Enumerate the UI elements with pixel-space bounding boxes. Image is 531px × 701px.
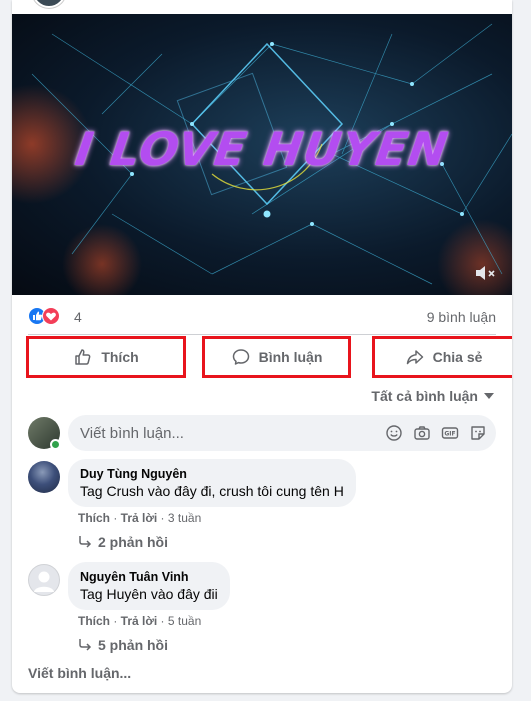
- view-replies-button[interactable]: 2 phản hồi: [78, 534, 168, 550]
- post-card: I LOVE HUYEN 4 9 bình luận Thích Bình lu…: [12, 0, 512, 693]
- online-status-dot: [50, 439, 61, 450]
- comment-composer[interactable]: GIF: [68, 415, 496, 451]
- commenter-avatar[interactable]: [28, 564, 60, 596]
- sticker-icon[interactable]: [468, 423, 488, 443]
- camera-icon[interactable]: [412, 423, 432, 443]
- comment-text: Tag Crush vào đây đi, crush tôi cung tên…: [80, 483, 344, 499]
- thumbs-up-icon: [75, 349, 91, 365]
- reply-arrow-icon: [79, 536, 92, 548]
- comment-filter-dropdown[interactable]: Tất cả bình luận: [371, 388, 494, 404]
- replies-count: 2 phản hồi: [98, 534, 168, 550]
- comment-like-link[interactable]: Thích: [78, 511, 110, 525]
- comment-input[interactable]: [80, 415, 380, 451]
- comment-text: Tag Huyên vào đây đii: [80, 586, 218, 602]
- commenter-name[interactable]: Nguyên Tuân Vinh: [80, 570, 218, 584]
- caret-down-icon: [484, 393, 494, 399]
- emoji-icon[interactable]: [384, 423, 404, 443]
- video-player[interactable]: I LOVE HUYEN: [12, 14, 512, 295]
- like-label: Thích: [101, 349, 139, 365]
- comment-bubble: Duy Tùng Nguyên Tag Crush vào đây đi, cr…: [68, 459, 356, 507]
- comment-actions: Thích · Trả lời · 5 tuần: [78, 614, 202, 628]
- reaction-stats: 4 9 bình luận: [28, 306, 496, 328]
- comment-count[interactable]: 9 bình luận: [427, 309, 496, 325]
- share-button[interactable]: Chia sẻ: [372, 336, 512, 378]
- comment-actions: Thích · Trả lời · 3 tuần: [78, 511, 202, 525]
- default-user-icon: [34, 571, 54, 592]
- love-reaction-icon[interactable]: [42, 307, 60, 325]
- commenter-name[interactable]: Duy Tùng Nguyên: [80, 467, 344, 481]
- reply-arrow-icon: [79, 639, 92, 651]
- svg-text:GIF: GIF: [444, 431, 455, 438]
- comment-time[interactable]: 5 tuần: [168, 614, 201, 628]
- comment-button[interactable]: Bình luận: [202, 336, 351, 378]
- like-button[interactable]: Thích: [26, 336, 186, 378]
- comment-reply-link[interactable]: Trả lời: [121, 511, 158, 525]
- share-label: Chia sẻ: [432, 349, 483, 365]
- commenter-avatar[interactable]: [28, 461, 60, 493]
- video-title: I LOVE HUYEN: [72, 122, 452, 176]
- comment-bubble: Nguyên Tuân Vinh Tag Huyên vào đây đii: [68, 562, 230, 610]
- gif-icon[interactable]: GIF: [440, 423, 460, 443]
- reaction-count[interactable]: 4: [74, 309, 82, 325]
- comment-reply-link[interactable]: Trả lời: [121, 614, 158, 628]
- mute-icon[interactable]: [474, 263, 498, 283]
- filter-label: Tất cả bình luận: [371, 388, 478, 404]
- share-arrow-icon: [406, 350, 423, 365]
- write-comment-link[interactable]: Viết bình luận...: [28, 665, 131, 681]
- comment-label: Bình luận: [258, 349, 323, 365]
- poster-avatar[interactable]: [32, 0, 66, 8]
- speech-bubble-icon: [232, 349, 249, 365]
- comment-time[interactable]: 3 tuần: [168, 511, 201, 525]
- view-replies-button[interactable]: 5 phản hồi: [78, 637, 168, 653]
- replies-count: 5 phản hồi: [98, 637, 168, 653]
- divider: [28, 334, 496, 335]
- comment-like-link[interactable]: Thích: [78, 614, 110, 628]
